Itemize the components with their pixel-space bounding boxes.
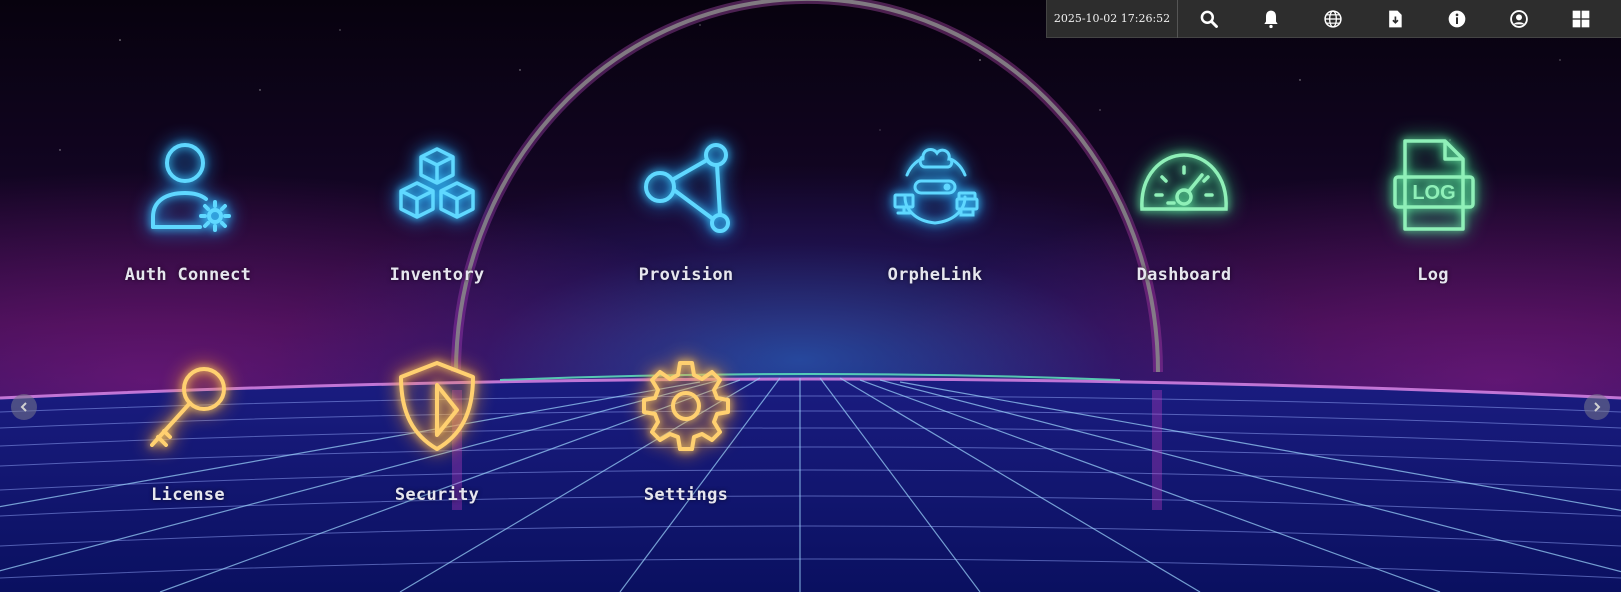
account-button[interactable]: [1488, 0, 1550, 38]
speedometer-icon: [1140, 153, 1228, 211]
app-label: Auth Connect: [124, 265, 252, 285]
app-log[interactable]: LOG Log: [1333, 115, 1533, 305]
app-label: Log: [1417, 265, 1449, 285]
chevron-right-icon: [1594, 402, 1601, 412]
file-download-icon: [1389, 10, 1402, 27]
desktop-background: 2025-10-02 17:26:52 Auth Connect Invento…: [0, 0, 1621, 592]
app-label: Inventory: [389, 265, 485, 285]
app-auth-connect[interactable]: Auth Connect: [88, 115, 288, 305]
language-button[interactable]: [1302, 0, 1364, 38]
gear-icon: [642, 361, 730, 451]
user-gear-icon: [151, 143, 231, 232]
app-provision[interactable]: Provision: [586, 115, 786, 305]
download-button[interactable]: [1364, 0, 1426, 38]
app-grid-button[interactable]: [1550, 0, 1612, 38]
shield-icon: [399, 361, 475, 451]
app-orphelink[interactable]: OrpheLink: [835, 115, 1035, 305]
chevron-left-icon: [20, 402, 27, 412]
info-icon: [1448, 10, 1466, 27]
key-icon: [150, 367, 226, 447]
app-label: License: [151, 485, 225, 505]
user-circle-icon: [1510, 9, 1528, 28]
log-file-icon: LOG: [1393, 139, 1475, 231]
notifications-button[interactable]: [1240, 0, 1302, 38]
log-icon-text: LOG: [1412, 182, 1455, 204]
globe-icon: [1324, 9, 1342, 28]
carousel-prev-button[interactable]: [11, 394, 37, 420]
app-inventory[interactable]: Inventory: [337, 115, 537, 305]
search-icon: [1200, 10, 1218, 28]
windows-grid-icon: [1572, 10, 1590, 27]
clock-display: 2025-10-02 17:26:52: [1047, 0, 1178, 38]
app-label: Provision: [638, 265, 734, 285]
info-button[interactable]: [1426, 0, 1488, 38]
carousel-next-button[interactable]: [1584, 394, 1610, 420]
cubes-icon: [399, 147, 475, 219]
search-button[interactable]: [1178, 0, 1240, 38]
network-nodes-icon: [644, 143, 730, 233]
cloud-devices-icon: [893, 148, 979, 225]
app-label: OrpheLink: [887, 265, 983, 285]
app-security[interactable]: Security: [337, 335, 537, 525]
app-dashboard[interactable]: Dashboard: [1084, 115, 1284, 305]
app-label: Dashboard: [1136, 265, 1232, 285]
app-label: Security: [394, 485, 480, 505]
app-license[interactable]: License: [88, 335, 288, 525]
app-label: Settings: [643, 485, 729, 505]
top-toolbar: 2025-10-02 17:26:52: [1046, 0, 1621, 38]
app-settings[interactable]: Settings: [586, 335, 786, 525]
bell-icon: [1264, 10, 1278, 28]
